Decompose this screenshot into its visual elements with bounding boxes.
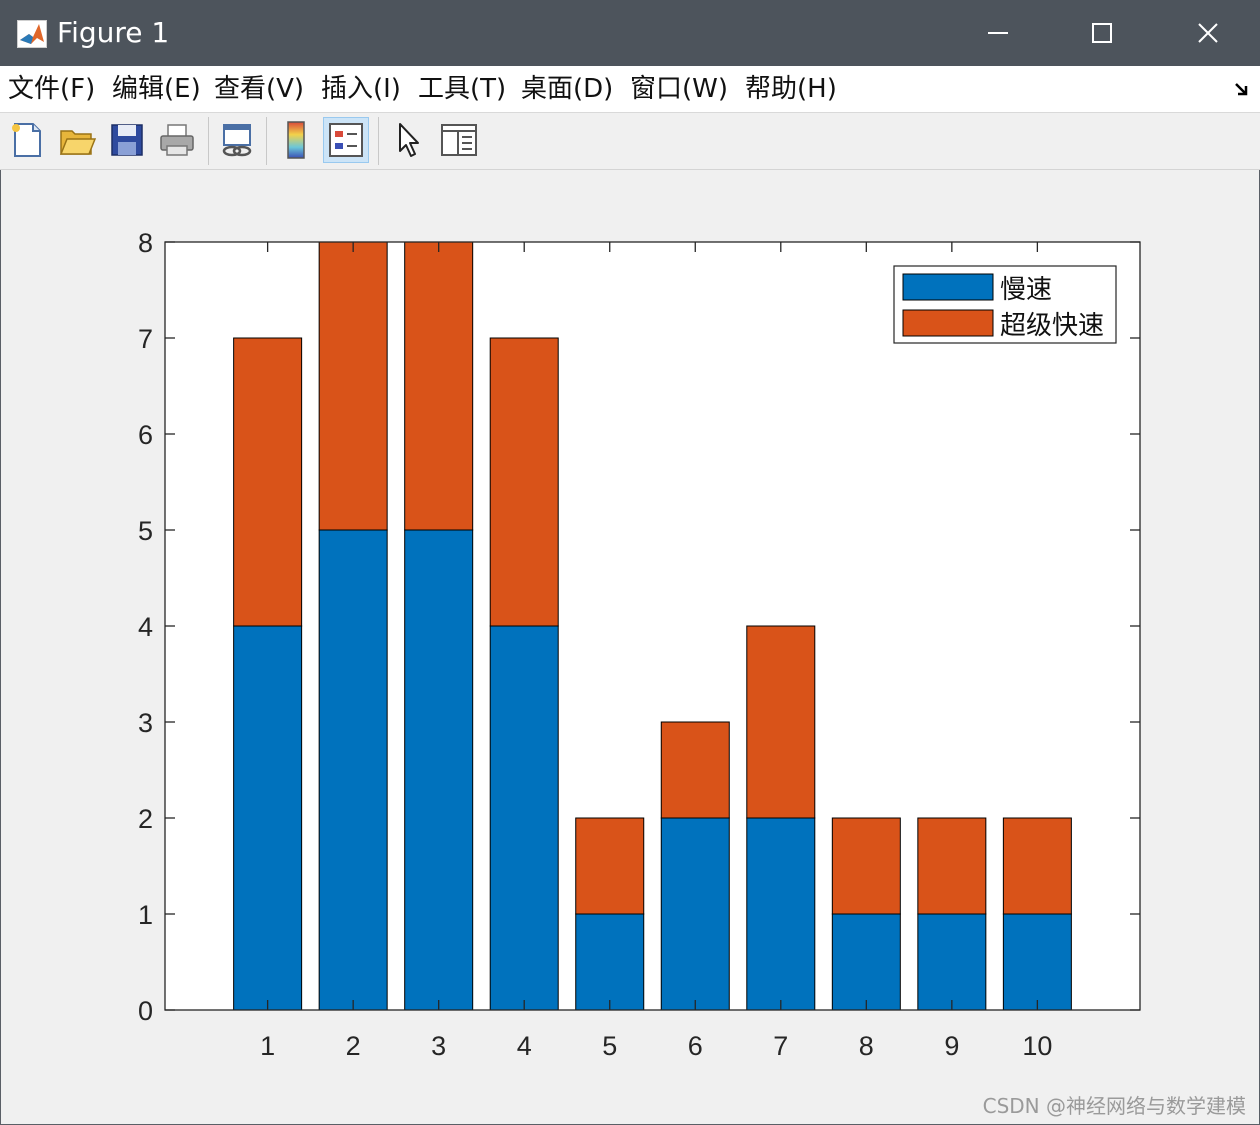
- minimize-icon: [988, 32, 1008, 34]
- property-editor-icon: [441, 124, 477, 156]
- legend-label: 慢速: [1000, 275, 1052, 305]
- legend-button[interactable]: [323, 117, 369, 163]
- bar-slow-9: [917, 913, 987, 1011]
- stacked-bar-chart: 0 1 2 3 4 5 6 7 8 1 2 3 4 5 6 7 8 9 10 慢速超级快速: [138, 228, 1141, 1061]
- dock-arrow-icon[interactable]: [1234, 80, 1252, 98]
- y-tick-label: 0: [138, 996, 153, 1026]
- bar-superfast-2: [318, 241, 388, 531]
- bar-slow-2: [318, 529, 388, 1011]
- x-tick-label: 2: [346, 1031, 361, 1061]
- y-tick-label: 5: [138, 516, 153, 546]
- menu-bar: 文件(F) 编辑(E) 查看(V) 插入(I) 工具(T) 桌面(D) 窗口(W…: [0, 66, 1260, 113]
- y-tick-label: 8: [138, 228, 153, 258]
- title-bar[interactable]: Figure 1: [0, 0, 1260, 66]
- plot-area: [165, 242, 1140, 1010]
- minimize-button[interactable]: [948, 0, 1048, 66]
- menu-edit[interactable]: 编辑(E): [112, 72, 201, 106]
- x-tick-label: 4: [517, 1031, 532, 1061]
- close-icon: [1198, 23, 1218, 43]
- toolbar-separator: [378, 117, 379, 165]
- legend-swatch: [902, 273, 994, 301]
- link-plot-button[interactable]: [214, 117, 260, 163]
- matlab-icon: [17, 20, 47, 48]
- toolbar-separator: [266, 117, 267, 165]
- bar-superfast-5: [575, 817, 645, 915]
- bar-superfast-1: [233, 337, 303, 627]
- save-button[interactable]: [104, 117, 150, 163]
- bar-slow-8: [831, 913, 901, 1011]
- menu-help[interactable]: 帮助(H): [745, 72, 837, 106]
- y-tick-label: 4: [138, 612, 153, 642]
- x-tick-label: 10: [1022, 1031, 1052, 1061]
- print-button[interactable]: [154, 117, 200, 163]
- bar-slow-10: [1002, 913, 1072, 1011]
- bar-superfast-10: [1002, 817, 1072, 915]
- open-file-button[interactable]: [54, 117, 100, 163]
- x-tick-label: 5: [602, 1031, 617, 1061]
- x-tick-label: 6: [688, 1031, 703, 1061]
- open-file-icon: [59, 130, 96, 155]
- bar-superfast-7: [746, 625, 816, 819]
- property-editor-button[interactable]: [436, 117, 482, 163]
- bar-slow-7: [746, 817, 816, 1011]
- y-tick-label: 7: [138, 324, 153, 354]
- bar-superfast-3: [404, 241, 474, 531]
- bar-slow-6: [660, 817, 730, 1011]
- x-tick-label: 3: [431, 1031, 446, 1061]
- legend-label: 超级快速: [1000, 311, 1104, 341]
- bar-slow-5: [575, 913, 645, 1011]
- bar-superfast-9: [917, 817, 987, 915]
- new-figure-button[interactable]: [4, 117, 50, 163]
- y-tick-label: 3: [138, 708, 153, 738]
- window-title: Figure 1: [57, 16, 170, 49]
- menu-view[interactable]: 查看(V): [214, 72, 304, 106]
- figure-toolbar: [0, 113, 1260, 170]
- legend-swatch: [902, 309, 994, 337]
- bar-slow-1: [233, 625, 303, 1011]
- link-plot-icon: [222, 124, 252, 157]
- new-figure-icon: [12, 123, 41, 157]
- y-tick-label: 6: [138, 420, 153, 450]
- colorbar-button[interactable]: [273, 117, 319, 163]
- bar-slow-4: [489, 625, 559, 1011]
- close-button[interactable]: [1158, 0, 1258, 66]
- menu-window[interactable]: 窗口(W): [630, 72, 728, 106]
- x-tick-label: 1: [260, 1031, 275, 1061]
- x-tick-label: 7: [773, 1031, 788, 1061]
- save-icon: [111, 124, 143, 156]
- bar-superfast-4: [489, 337, 559, 627]
- pointer-button[interactable]: [386, 117, 432, 163]
- x-tick-label: 8: [859, 1031, 874, 1061]
- menu-file[interactable]: 文件(F): [8, 72, 95, 106]
- legend-icon: [329, 123, 363, 157]
- maximize-button[interactable]: [1052, 0, 1152, 66]
- pointer-icon: [399, 123, 419, 157]
- toolbar-separator: [208, 117, 209, 165]
- y-tick-label: 1: [138, 900, 153, 930]
- menu-tools[interactable]: 工具(T): [418, 72, 506, 106]
- print-icon: [160, 124, 194, 156]
- bar-superfast-8: [831, 817, 901, 915]
- menu-desktop[interactable]: 桌面(D): [521, 72, 613, 106]
- maximize-icon: [1092, 23, 1112, 43]
- bar-slow-3: [404, 529, 474, 1011]
- menu-insert[interactable]: 插入(I): [321, 72, 401, 106]
- colorbar-icon: [287, 121, 305, 159]
- bar-superfast-6: [660, 721, 730, 819]
- x-tick-label: 9: [944, 1031, 959, 1061]
- y-tick-label: 2: [138, 804, 153, 834]
- watermark: CSDN @神经网络与数学建模: [982, 1094, 1246, 1118]
